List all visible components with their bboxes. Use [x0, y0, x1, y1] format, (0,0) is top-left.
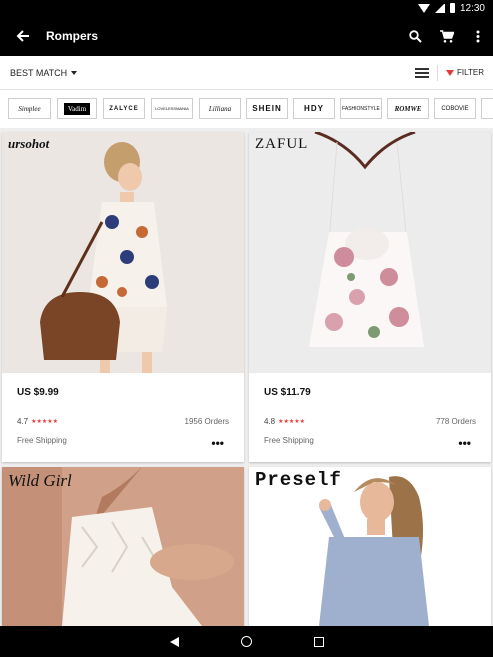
wifi-icon: [417, 3, 430, 13]
product-image: [249, 132, 491, 373]
brand-logo: ursohot: [8, 136, 50, 151]
chevron-down-icon: [71, 70, 78, 75]
overflow-menu-button[interactable]: [462, 16, 493, 56]
arrow-back-icon: [16, 30, 29, 42]
brand-chip[interactable]: Simplee: [8, 98, 51, 119]
filter-icon: [446, 69, 455, 76]
nav-home-icon[interactable]: [240, 636, 252, 647]
star-rating-icon: ★★★★★: [31, 419, 59, 425]
filter-label: FILTER: [457, 68, 484, 77]
brand-chip[interactable]: HDY: [293, 98, 335, 119]
brand-chip[interactable]: FASHIONSTYLE: [340, 98, 382, 119]
signal-icon: [434, 3, 445, 13]
brand-logo: Preself: [255, 469, 342, 491]
filter-button[interactable]: FILTER: [446, 68, 484, 77]
brand-chip[interactable]: Vadim: [57, 98, 97, 119]
product-image: [2, 132, 244, 373]
sort-label: BEST MATCH: [10, 67, 68, 78]
shipping-label: Free Shipping: [17, 436, 67, 445]
system-nav-bar: [0, 626, 493, 657]
product-card[interactable]: ZAFUL US $11.79 4.8 ★★★★★ 778 Orders Fre…: [249, 132, 491, 462]
battery-icon: [449, 3, 455, 13]
brand-chip[interactable]: COBOVIE: [434, 98, 476, 119]
status-bar: 12:30: [0, 0, 493, 16]
brand-chip[interactable]: LOVELESSMANIA: [151, 98, 193, 119]
cart-icon: [439, 29, 454, 43]
order-count: 778 Orders: [435, 417, 476, 426]
page-title: Rompers: [46, 29, 99, 43]
more-vert-icon: [476, 30, 479, 42]
nav-back-icon[interactable]: [169, 636, 179, 647]
brand-chip[interactable]: ROMWE: [387, 98, 429, 119]
brand-chip-row: Simplee Vadim ZALYCE LOVELESSMANIA Lilli…: [0, 90, 493, 128]
brand-logo: ZAFUL: [255, 136, 309, 152]
brand-chip[interactable]: SHEIN: [246, 98, 288, 119]
sort-dropdown[interactable]: BEST MATCH: [10, 68, 415, 78]
product-card[interactable]: Preself: [249, 467, 491, 626]
star-rating-icon: ★★★★★: [278, 419, 306, 425]
more-options-button[interactable]: •••: [458, 436, 471, 450]
brand-chip[interactable]: Lilliana: [199, 98, 241, 119]
product-card[interactable]: ursohot US $9.99 4.7 ★★★★★ 1956 Orders F…: [2, 132, 244, 462]
brand-chip[interactable]: [481, 98, 493, 119]
brand-logo: Wild Girl: [8, 471, 72, 490]
product-rating: 4.8 ★★★★★: [264, 417, 306, 426]
brand-chip[interactable]: ZALYCE: [103, 98, 145, 119]
search-button[interactable]: [400, 16, 431, 56]
order-count: 1956 Orders: [184, 417, 229, 426]
more-options-button[interactable]: •••: [211, 436, 224, 450]
nav-recents-icon[interactable]: [313, 636, 324, 647]
sort-filter-bar: BEST MATCH FILTER: [0, 56, 493, 90]
app-toolbar: Rompers: [0, 16, 493, 56]
search-icon: [409, 29, 422, 43]
divider: [437, 64, 439, 81]
product-price: US $11.79: [264, 387, 311, 398]
cart-button[interactable]: [431, 16, 462, 56]
back-button[interactable]: [0, 16, 46, 56]
product-rating: 4.7 ★★★★★: [17, 417, 59, 426]
product-price: US $9.99: [17, 387, 59, 398]
status-time: 12:30: [459, 2, 485, 14]
product-card[interactable]: Wild Girl: [2, 467, 244, 626]
list-view-toggle[interactable]: [415, 66, 430, 80]
shipping-label: Free Shipping: [264, 436, 314, 445]
